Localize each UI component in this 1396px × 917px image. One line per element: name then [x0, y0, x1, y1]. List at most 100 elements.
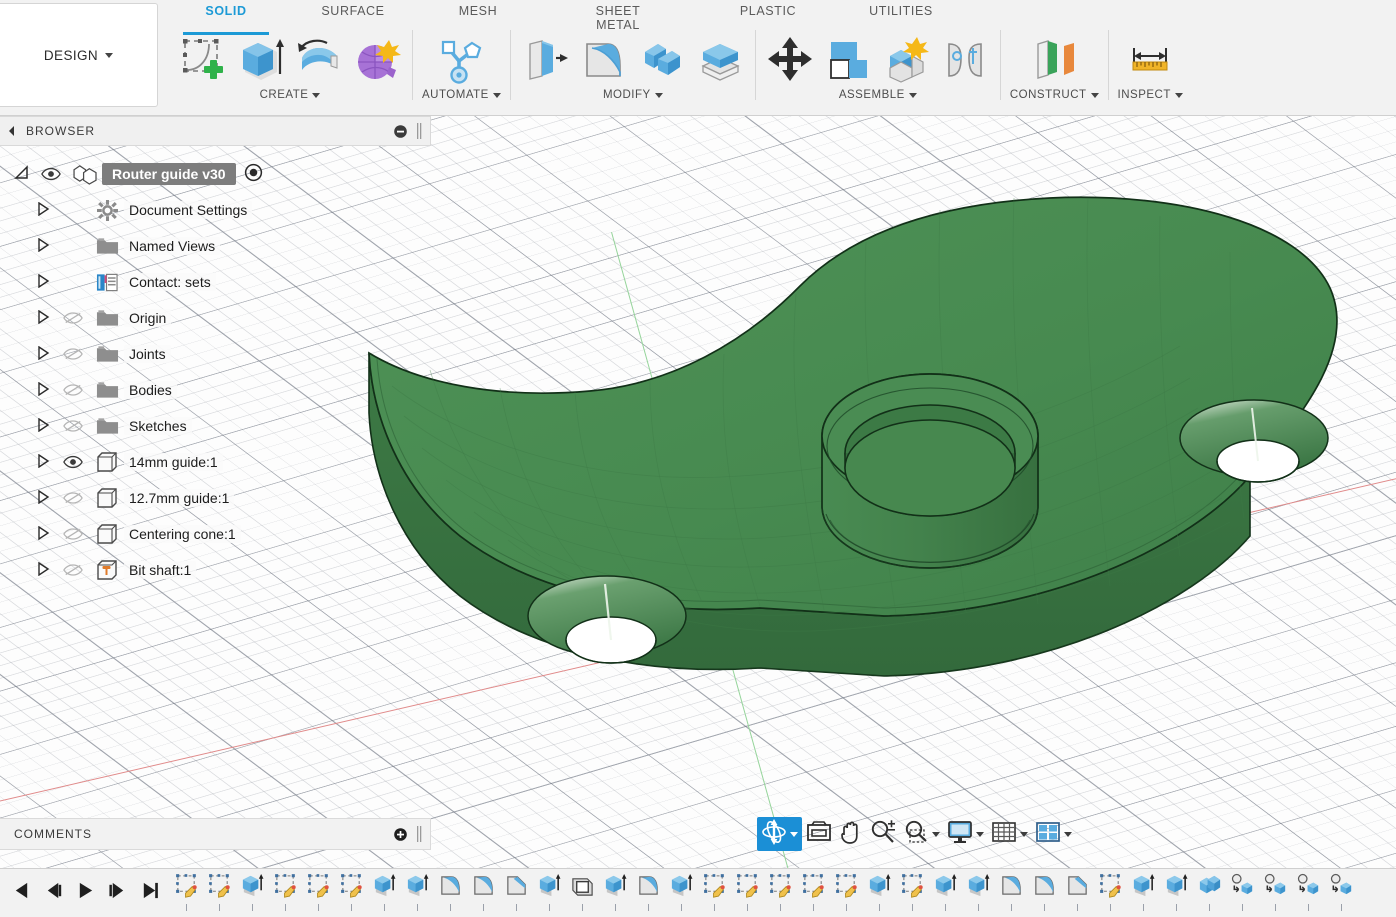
visibility-eye-icon[interactable]	[56, 563, 90, 577]
visibility-eye-icon[interactable]	[34, 167, 68, 181]
automate-icon[interactable]	[435, 34, 487, 86]
group-label-assemble[interactable]: ASSEMBLE	[839, 89, 917, 101]
expand-arrow-icon[interactable]	[30, 310, 56, 327]
visibility-eye-icon[interactable]	[56, 419, 90, 433]
browser-item-named-views[interactable]: Named Views	[0, 228, 431, 264]
view-tool-orbit[interactable]	[757, 817, 802, 851]
revolve-icon[interactable]	[293, 34, 345, 86]
timeline-feature[interactable]	[533, 873, 566, 913]
timeline-feature[interactable]	[830, 873, 863, 913]
visibility-eye-icon[interactable]	[56, 383, 90, 397]
timeline-feature[interactable]	[269, 873, 302, 913]
expand-arrow-icon[interactable]	[30, 274, 56, 291]
chevron-down-icon[interactable]	[932, 832, 940, 837]
view-tool-zoom-window[interactable]	[900, 817, 943, 851]
timeline-go-to-end[interactable]	[134, 876, 164, 910]
timeline-feature[interactable]	[1061, 873, 1094, 913]
visibility-eye-icon[interactable]	[56, 455, 90, 469]
tab-mesh[interactable]: MESH	[433, 4, 523, 18]
timeline-feature[interactable]	[863, 873, 896, 913]
expand-arrow-icon[interactable]	[30, 418, 56, 435]
panel-grip-icon[interactable]	[414, 825, 424, 843]
visibility-eye-icon[interactable]	[56, 527, 90, 541]
browser-item-centering-cone-1[interactable]: Centering cone:1	[0, 516, 431, 552]
timeline-feature[interactable]	[698, 873, 731, 913]
timeline-feature[interactable]	[764, 873, 797, 913]
fillet-icon[interactable]	[578, 34, 630, 86]
browser-item-joints[interactable]: Joints	[0, 336, 431, 372]
group-label-modify[interactable]: MODIFY	[603, 89, 663, 101]
browser-item-sketches[interactable]: Sketches	[0, 408, 431, 444]
timeline-feature[interactable]	[995, 873, 1028, 913]
offset-plane-icon[interactable]	[1028, 34, 1080, 86]
minus-circle-icon[interactable]	[393, 124, 408, 139]
browser-item-14mm-guide-1[interactable]: 14mm guide:1	[0, 444, 431, 480]
comments-panel[interactable]: COMMENTS	[0, 818, 431, 850]
group-label-construct[interactable]: CONSTRUCT	[1010, 89, 1099, 101]
group-label-create[interactable]: CREATE	[260, 89, 321, 101]
timeline-feature[interactable]	[1325, 873, 1358, 913]
timeline-feature[interactable]	[434, 873, 467, 913]
timeline-feature[interactable]	[203, 873, 236, 913]
view-tool-zoom[interactable]	[867, 817, 899, 851]
offset-face-icon[interactable]	[694, 34, 746, 86]
tab-utilities[interactable]: UTILITIES	[856, 4, 946, 18]
expand-arrow-icon[interactable]	[30, 562, 56, 579]
browser-item-bit-shaft-1[interactable]: Bit shaft:1	[0, 552, 431, 588]
timeline-feature[interactable]	[632, 873, 665, 913]
expand-arrow-icon[interactable]	[30, 490, 56, 507]
browser-item-12-7mm-guide-1[interactable]: 12.7mm guide:1	[0, 480, 431, 516]
view-tool-look-at[interactable]	[803, 817, 835, 851]
expand-arrow-icon[interactable]	[30, 346, 56, 363]
tab-surface[interactable]: SURFACE	[308, 4, 398, 18]
view-tool-display-settings[interactable]	[944, 817, 987, 851]
shell-icon[interactable]	[636, 34, 688, 86]
visibility-eye-icon[interactable]	[56, 491, 90, 505]
workspace-switcher-button[interactable]: DESIGN	[0, 3, 158, 107]
timeline-feature[interactable]	[929, 873, 962, 913]
chevron-down-icon[interactable]	[1064, 832, 1072, 837]
timeline-play[interactable]	[70, 876, 100, 910]
visibility-eye-icon[interactable]	[56, 311, 90, 325]
expand-arrow-icon[interactable]	[30, 238, 56, 255]
form-icon[interactable]	[351, 34, 403, 86]
timeline-feature[interactable]	[1028, 873, 1061, 913]
view-tool-viewports[interactable]	[1032, 817, 1075, 851]
press-pull-icon[interactable]	[520, 34, 572, 86]
timeline-feature[interactable]	[566, 873, 599, 913]
expand-triangle-icon[interactable]	[8, 165, 34, 183]
timeline-feature[interactable]	[665, 873, 698, 913]
chevron-down-icon[interactable]	[1020, 832, 1028, 837]
timeline-feature[interactable]	[1193, 873, 1226, 913]
timeline-step-forward[interactable]	[102, 876, 132, 910]
measure-icon[interactable]	[1124, 34, 1176, 86]
timeline-feature[interactable]	[797, 873, 830, 913]
plus-circle-icon[interactable]	[393, 827, 408, 842]
expand-arrow-icon[interactable]	[30, 526, 56, 543]
browser-item-contact-sets[interactable]: Contact: sets	[0, 264, 431, 300]
tab-solid[interactable]: SOLID	[181, 4, 271, 18]
joint-icon[interactable]	[939, 34, 991, 86]
browser-item-origin[interactable]: Origin	[0, 300, 431, 336]
browser-item-document-settings[interactable]: Document Settings	[0, 192, 431, 228]
collapse-left-icon[interactable]	[6, 125, 18, 137]
timeline-feature[interactable]	[1160, 873, 1193, 913]
panel-grip-icon[interactable]	[414, 122, 424, 140]
expand-arrow-icon[interactable]	[30, 202, 56, 219]
move-copy-icon[interactable]	[765, 34, 817, 86]
create-sketch-icon[interactable]	[177, 34, 229, 86]
view-tool-grid-snaps[interactable]	[988, 817, 1031, 851]
timeline-feature[interactable]	[401, 873, 434, 913]
timeline-feature[interactable]	[500, 873, 533, 913]
timeline-feature[interactable]	[962, 873, 995, 913]
extrude-icon[interactable]	[235, 34, 287, 86]
chevron-down-icon[interactable]	[790, 832, 798, 837]
browser-root-component[interactable]: Router guide v30	[0, 156, 431, 192]
timeline-feature[interactable]	[1259, 873, 1292, 913]
timeline-feature[interactable]	[599, 873, 632, 913]
group-label-automate[interactable]: AUTOMATE	[422, 89, 501, 101]
timeline-feature[interactable]	[368, 873, 401, 913]
timeline-step-back[interactable]	[38, 876, 68, 910]
timeline-feature[interactable]	[170, 873, 203, 913]
timeline-feature[interactable]	[236, 873, 269, 913]
